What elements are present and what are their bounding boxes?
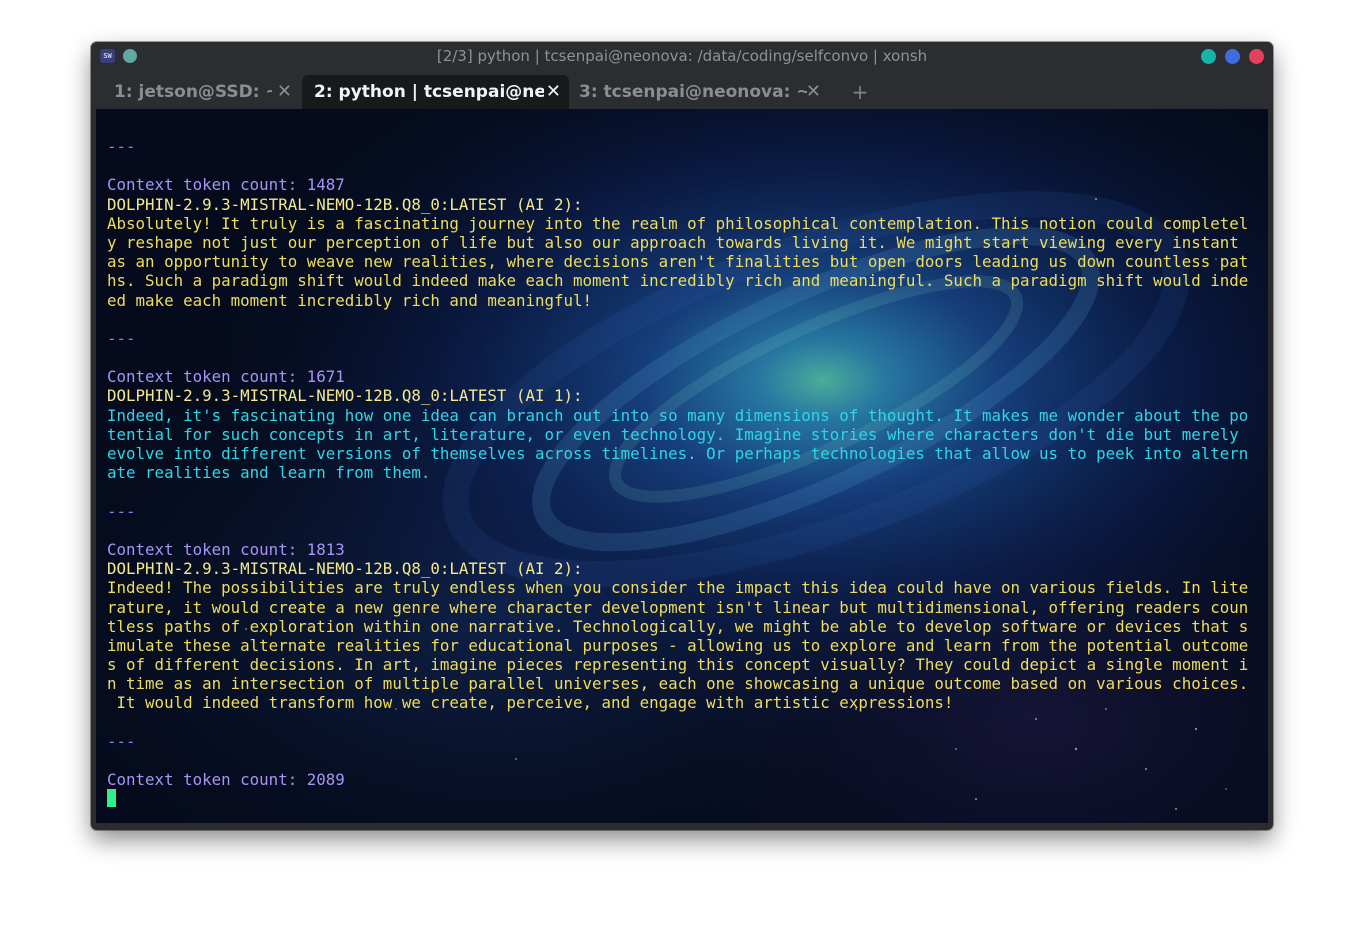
prompt-line [107,789,1262,808]
close-window-button[interactable] [1249,49,1264,64]
terminal-pane[interactable]: --- Context token count: 1487 DOLPHIN-2.9.… [96,109,1268,823]
ai-response-line: evolve into different versions of themse… [107,444,1249,463]
ai-response-line: ate realities and learn from them. [107,463,431,483]
ai-response-line: s of different decisions. In art, imagin… [107,655,1249,675]
ai-response-line: Absolutely! It truly is a fascinating jo… [107,213,1249,233]
tab-2[interactable]: 2: python | tcsenpai@neonova ✕ [302,75,569,109]
ai-response-line: hs. Such a paradigm shift would indeed m… [107,271,1249,291]
tab-bar: 1: jetson@SSD: ~ ✕ 2: python | tcsenpai@… [91,71,1273,109]
ai-response-line: Indeed, it's fascinating how one idea ca… [107,405,1249,425]
context-token-count: Context token count: 2089 [107,770,345,790]
maximize-button[interactable] [1225,49,1240,64]
context-token-count: Context token count: 1487 [107,175,345,195]
separator-line: --- [107,501,136,521]
ai-response-line: tential for such concepts in art, litera… [107,424,1239,444]
title-bar[interactable]: SW [2/3] python | tcsenpai@neonova: /dat… [91,42,1273,71]
ai-response-line: tless paths of exploration within one na… [107,616,1249,636]
close-tab-icon[interactable]: ✕ [277,75,292,109]
pin-button[interactable] [123,49,137,63]
separator-line: --- [107,137,136,156]
window-title: [2/3] python | tcsenpai@neonova: /data/c… [436,47,928,65]
model-header: DOLPHIN-2.9.3-MISTRAL-NEMO-12B.Q8_0:LATE… [107,386,583,406]
ai-response-line: Indeed! The possibilities are truly endl… [107,578,1249,598]
terminal-output: --- Context token count: 1487 DOLPHIN-2.9.… [107,137,1262,809]
ai-response-line: y reshape not just our perception of lif… [107,232,1239,252]
ai-response-line: n time as an intersection of multiple pa… [107,674,1249,694]
terminal-window: SW [2/3] python | tcsenpai@neonova: /dat… [91,42,1273,830]
tab-label: 2: python | tcsenpai@neonova [314,82,544,102]
ai-response-line: rature, it would create a new genre wher… [107,597,1249,617]
close-tab-icon[interactable]: ✕ [546,75,561,109]
new-tab-button[interactable]: + [849,75,871,109]
minimize-button[interactable] [1201,49,1216,64]
separator-line: --- [107,328,136,348]
tab-3[interactable]: 3: tcsenpai@neonova: ~/Source ✕ [567,75,829,109]
terminal-cursor [107,789,116,808]
separator-line: --- [107,731,136,751]
model-header: DOLPHIN-2.9.3-MISTRAL-NEMO-12B.Q8_0:LATE… [107,559,583,579]
ai-response-line: imulate these alternate realities for ed… [107,635,1249,655]
ai-response-line: ed make each moment incredibly rich and … [107,290,593,310]
model-header: DOLPHIN-2.9.3-MISTRAL-NEMO-12B.Q8_0:LATE… [107,194,583,214]
tab-1[interactable]: 1: jetson@SSD: ~ ✕ [102,75,300,109]
ai-response-line: It would indeed transform how we create,… [107,693,954,713]
context-token-count: Context token count: 1671 [107,367,345,387]
tab-label: 1: jetson@SSD: ~ [114,82,272,102]
context-token-count: Context token count: 1813 [107,539,345,559]
ai-response-line: as an opportunity to weave new realities… [107,252,1249,272]
app-icon[interactable]: SW [100,49,115,63]
tab-label: 3: tcsenpai@neonova: ~/Source [579,82,807,102]
close-tab-icon[interactable]: ✕ [806,75,821,109]
